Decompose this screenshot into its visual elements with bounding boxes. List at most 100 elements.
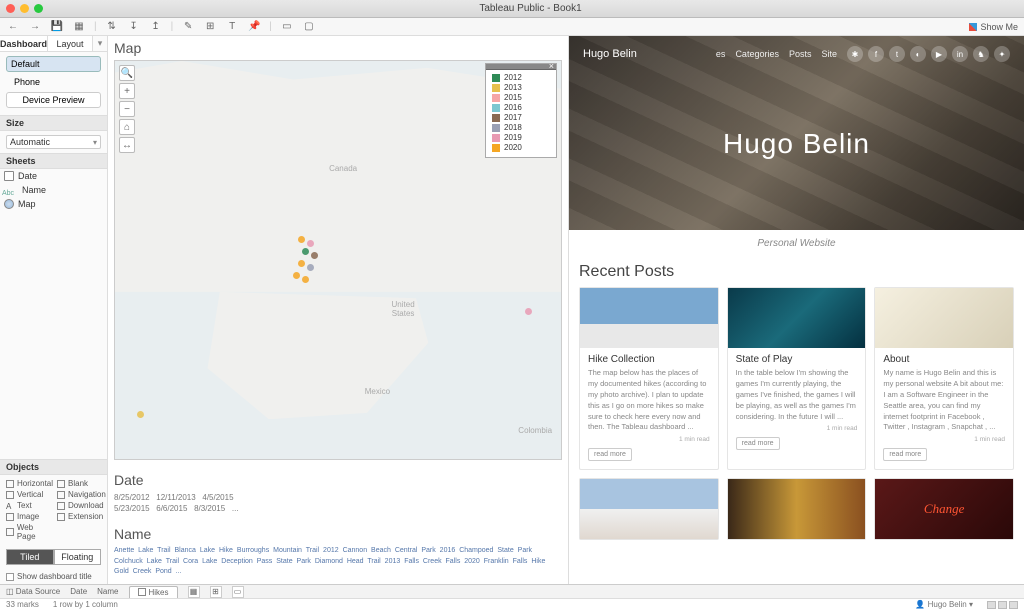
post-card[interactable]: State of Play In the table below I'm sho… xyxy=(727,287,867,470)
social-other-icon[interactable]: ✦ xyxy=(994,46,1010,62)
post-meta: 1 min read xyxy=(588,436,710,443)
post-title: State of Play xyxy=(736,354,858,365)
sheet-tab-bar: ◫ Data Source Date Name Hikes ▦ ⊞ ▭ xyxy=(0,584,1024,598)
obj-navigation[interactable]: Navigation xyxy=(57,490,106,499)
tab-dashboard[interactable]: Dashboard xyxy=(0,36,48,51)
map-legend[interactable]: 2012 2013 2015 2016 2017 2018 2019 2020 xyxy=(485,63,557,158)
size-heading: Size xyxy=(0,115,107,131)
obj-vertical[interactable]: Vertical xyxy=(6,490,53,499)
social-facebook-icon[interactable]: f xyxy=(868,46,884,62)
nav-es[interactable]: es xyxy=(716,49,726,59)
social-github-icon[interactable]: ♞ xyxy=(973,46,989,62)
sheet-tab-name[interactable]: Name xyxy=(97,587,118,596)
tab-layout[interactable]: Layout xyxy=(48,36,93,51)
post-meta: 1 min read xyxy=(883,436,1005,443)
map-home-icon[interactable]: ⌂ xyxy=(119,119,135,135)
social-linkedin-icon[interactable]: in xyxy=(952,46,968,62)
map-pan-icon[interactable]: ↔ xyxy=(119,137,135,153)
nav-posts[interactable]: Posts xyxy=(789,49,812,59)
date-title: Date xyxy=(114,472,562,488)
post-title: Hike Collection xyxy=(588,354,710,365)
obj-download[interactable]: Download xyxy=(57,501,106,510)
redo-arrow-icon[interactable]: → xyxy=(28,20,42,34)
post-excerpt: In the table below I'm showing the games… xyxy=(736,368,858,422)
close-window-button[interactable] xyxy=(6,4,15,13)
presentation-icon[interactable]: ▢ xyxy=(302,20,316,34)
site-brand[interactable]: Hugo Belin xyxy=(583,48,637,60)
abc-icon[interactable]: T xyxy=(225,20,239,34)
social-youtube-icon[interactable]: ▶ xyxy=(931,46,947,62)
highlight-icon[interactable]: ✎ xyxy=(181,20,195,34)
status-user[interactable]: 👤 Hugo Belin ▾ xyxy=(915,600,973,609)
tiled-toggle[interactable]: Tiled xyxy=(6,549,54,565)
minimize-window-button[interactable] xyxy=(20,4,29,13)
undo-arrow-icon[interactable]: ← xyxy=(6,20,20,34)
show-title-checkbox[interactable]: Show dashboard title xyxy=(0,569,107,584)
post-meta: 1 min read xyxy=(736,425,858,432)
social-instagram-icon[interactable]: ◐ xyxy=(910,46,926,62)
read-more-button[interactable]: read more xyxy=(736,437,780,450)
new-story-icon[interactable]: ▭ xyxy=(232,586,244,598)
status-rowcol: 1 row by 1 column xyxy=(53,600,118,609)
obj-text[interactable]: AText xyxy=(6,501,53,510)
new-worksheet-icon[interactable]: ▦ xyxy=(188,586,200,598)
post-card[interactable]: About My name is Hugo Belin and this is … xyxy=(874,287,1014,470)
read-more-button[interactable]: read more xyxy=(883,448,927,461)
sheet-item-date[interactable]: Date xyxy=(0,169,107,183)
sort-desc-icon[interactable]: ↥ xyxy=(149,20,163,34)
save-icon[interactable]: 💾 xyxy=(50,20,64,34)
show-me-button[interactable]: Show Me xyxy=(969,22,1018,32)
post-thumb xyxy=(875,479,1013,539)
map-label-mexico: Mexico xyxy=(365,387,390,396)
obj-image[interactable]: Image xyxy=(6,512,53,521)
floating-toggle[interactable]: Floating xyxy=(54,549,102,565)
hero-name: Hugo Belin xyxy=(569,128,1024,160)
data-source-tab[interactable]: ◫ Data Source xyxy=(6,587,60,596)
nav-site[interactable]: Site xyxy=(821,49,837,59)
map-viz[interactable]: 🔍 + − ⌂ ↔ 2012 2013 2015 2016 2017 2018 … xyxy=(114,60,562,460)
legend-drag-handle[interactable] xyxy=(486,64,556,70)
new-sheet-icon[interactable]: ▦ xyxy=(72,20,86,34)
fit-dropdown-icon[interactable]: ▭ xyxy=(280,20,294,34)
map-zoom-in-icon[interactable]: + xyxy=(119,83,135,99)
sort-asc-icon[interactable]: ↧ xyxy=(127,20,141,34)
device-default-button[interactable]: Default xyxy=(6,56,101,72)
group-icon[interactable]: ⊞ xyxy=(203,20,217,34)
status-bar: 33 marks 1 row by 1 column 👤 Hugo Belin … xyxy=(0,598,1024,610)
obj-blank[interactable]: Blank xyxy=(57,479,106,488)
map-search-icon[interactable]: 🔍 xyxy=(119,65,135,81)
window-title: Tableau Public - Book1 xyxy=(43,3,1018,14)
obj-horizontal[interactable]: Horizontal xyxy=(6,479,53,488)
window-titlebar: Tableau Public - Book1 xyxy=(0,0,1024,18)
sheet-tab-date[interactable]: Date xyxy=(70,587,87,596)
nav-categories[interactable]: Categories xyxy=(735,49,779,59)
new-dashboard-icon[interactable]: ⊞ xyxy=(210,586,222,598)
swap-icon[interactable]: ⇅ xyxy=(105,20,119,34)
map-zoom-out-icon[interactable]: − xyxy=(119,101,135,117)
post-card[interactable] xyxy=(874,478,1014,540)
device-preview-button[interactable]: Device Preview xyxy=(6,92,101,108)
post-card[interactable]: Hike Collection The map below has the pl… xyxy=(579,287,719,470)
pin-icon[interactable]: 📌 xyxy=(247,20,261,34)
post-excerpt: The map below has the places of my docum… xyxy=(588,368,710,433)
sheet-tab-hikes[interactable]: Hikes xyxy=(129,586,178,598)
post-card[interactable] xyxy=(727,478,867,540)
obj-extension[interactable]: Extension xyxy=(57,512,106,521)
sidebar-menu-icon[interactable]: ▾ xyxy=(93,36,107,51)
web-page-object[interactable]: Hugo Belin es Categories Posts Site ✱ f … xyxy=(568,36,1024,584)
sheet-item-name[interactable]: Name xyxy=(0,183,107,197)
left-sidebar: Dashboard Layout ▾ Default Phone Device … xyxy=(0,36,108,584)
social-twitter-icon[interactable]: t xyxy=(889,46,905,62)
map-title: Map xyxy=(114,40,562,56)
size-dropdown[interactable]: Automatic xyxy=(6,135,101,149)
zoom-window-button[interactable] xyxy=(34,4,43,13)
post-card[interactable] xyxy=(579,478,719,540)
obj-webpage[interactable]: Web Page xyxy=(6,523,53,541)
post-thumb xyxy=(875,288,1013,348)
post-thumb xyxy=(728,479,866,539)
sheet-item-map[interactable]: Map xyxy=(0,197,107,211)
read-more-button[interactable]: read more xyxy=(588,448,632,461)
post-title: About xyxy=(883,354,1005,365)
social-rss-icon[interactable]: ✱ xyxy=(847,46,863,62)
device-phone-button[interactable]: Phone xyxy=(6,75,101,89)
